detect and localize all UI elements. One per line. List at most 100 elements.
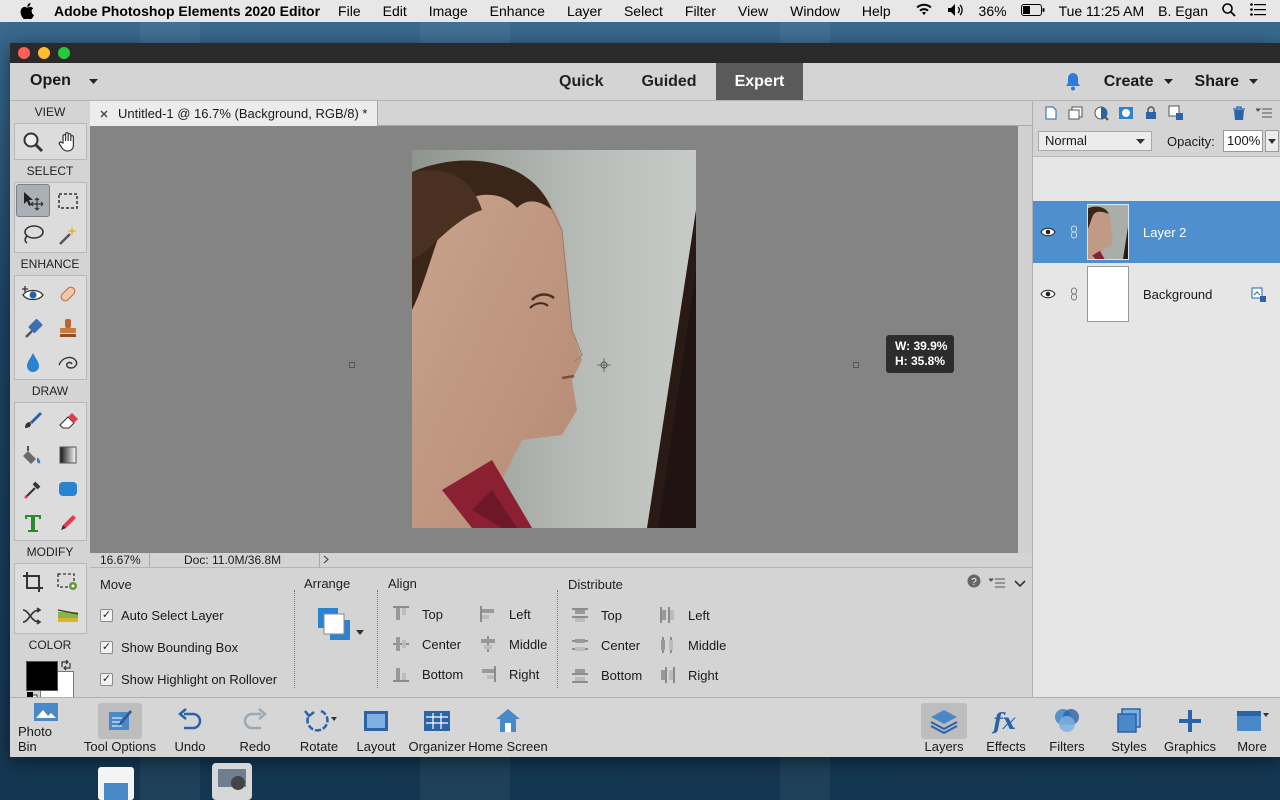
gradient-tool-icon[interactable]: [51, 438, 85, 471]
align-middle-button[interactable]: Middle: [479, 635, 547, 653]
show-highlight-checkbox[interactable]: ✓: [100, 673, 113, 686]
color-picker-tool-icon[interactable]: [16, 472, 50, 505]
effects-button[interactable]: fx Effects: [982, 700, 1030, 756]
layer-row[interactable]: Background: [1033, 263, 1280, 325]
blend-mode-select[interactable]: Normal: [1038, 131, 1152, 151]
distribute-right-button[interactable]: Right: [658, 666, 718, 684]
zoom-tool-icon[interactable]: [16, 125, 50, 158]
align-right-button[interactable]: Right: [479, 665, 539, 683]
show-highlight-option[interactable]: ✓ Show Highlight on Rollover: [100, 672, 277, 687]
smart-brush-tool-icon[interactable]: [16, 311, 50, 344]
bounding-box-handle[interactable]: [349, 362, 355, 368]
eraser-tool-icon[interactable]: [51, 404, 85, 437]
more-button[interactable]: More: [1228, 700, 1276, 756]
clone-stamp-tool-icon[interactable]: [51, 311, 85, 344]
type-tool-icon[interactable]: [16, 506, 50, 539]
undo-button[interactable]: Undo: [168, 700, 212, 756]
menu-help[interactable]: Help: [862, 3, 891, 19]
red-eye-tool-icon[interactable]: [16, 277, 50, 310]
organizer-button[interactable]: Organizer: [406, 700, 468, 756]
redo-button[interactable]: Redo: [233, 700, 277, 756]
distribute-center-button[interactable]: Center: [571, 636, 640, 654]
collapse-chevron-icon[interactable]: [1014, 576, 1026, 591]
rotate-button[interactable]: Rotate: [291, 700, 347, 756]
menu-edit[interactable]: Edit: [383, 3, 407, 19]
bounding-box-handle[interactable]: [853, 362, 859, 368]
new-layer-icon[interactable]: [1043, 105, 1059, 121]
clock[interactable]: Tue 11:25 AM: [1059, 3, 1145, 19]
adjustment-layer-icon[interactable]: [1093, 105, 1109, 121]
show-bounding-box-checkbox[interactable]: ✓: [100, 641, 113, 654]
lasso-tool-icon[interactable]: [16, 218, 50, 251]
hand-tool-icon[interactable]: [51, 125, 85, 158]
move-tool-icon[interactable]: [16, 184, 50, 217]
menu-view[interactable]: View: [738, 3, 768, 19]
align-left-button[interactable]: Left: [479, 605, 531, 623]
notification-bell-icon[interactable]: [1064, 72, 1082, 91]
crop-tool-icon[interactable]: [16, 565, 50, 598]
rectangular-marquee-tool-icon[interactable]: [51, 184, 85, 217]
apple-icon[interactable]: [20, 3, 38, 19]
magic-wand-tool-icon[interactable]: [51, 218, 85, 251]
options-menu-icon[interactable]: [987, 576, 1005, 591]
foreground-color-swatch[interactable]: [26, 661, 58, 691]
create-button[interactable]: Create: [1104, 73, 1173, 91]
app-name[interactable]: Adobe Photoshop Elements 2020 Editor: [54, 3, 320, 19]
vertical-scrollbar[interactable]: [1018, 126, 1032, 553]
align-top-button[interactable]: Top: [392, 605, 443, 623]
styles-button[interactable]: Styles: [1106, 700, 1152, 756]
spotlight-search-icon[interactable]: [1222, 2, 1236, 20]
wifi-icon[interactable]: [915, 3, 933, 19]
lock-icon[interactable]: [1143, 105, 1159, 121]
dock-image-capture-icon[interactable]: [210, 761, 254, 800]
add-mask-icon[interactable]: [1118, 105, 1134, 121]
new-group-icon[interactable]: [1068, 105, 1084, 121]
show-bounding-box-option[interactable]: ✓ Show Bounding Box: [100, 640, 238, 655]
document-tab[interactable]: Untitled-1 @ 16.7% (Background, RGB/8) *: [90, 101, 379, 126]
smudge-tool-icon[interactable]: [51, 345, 85, 378]
menu-layer[interactable]: Layer: [567, 3, 602, 19]
dock-preview-icon[interactable]: [94, 761, 138, 800]
volume-icon[interactable]: [947, 3, 965, 20]
notification-center-icon[interactable]: [1250, 3, 1266, 19]
window-minimize-button[interactable]: [38, 47, 50, 59]
user-name[interactable]: B. Egan: [1158, 3, 1208, 19]
layout-button[interactable]: Layout: [354, 700, 398, 756]
window-zoom-button[interactable]: [58, 47, 70, 59]
zoom-level[interactable]: 16.67%: [90, 553, 150, 567]
panel-menu-icon[interactable]: [1256, 105, 1272, 121]
layer-row[interactable]: Layer 2: [1033, 201, 1280, 263]
blur-tool-icon[interactable]: [16, 345, 50, 378]
filters-button[interactable]: Filters: [1044, 700, 1090, 756]
recompose-tool-icon[interactable]: [51, 565, 85, 598]
straighten-tool-icon[interactable]: [51, 599, 85, 632]
visibility-eye-icon[interactable]: [1035, 227, 1061, 237]
brush-tool-icon[interactable]: [16, 404, 50, 437]
window-close-button[interactable]: [18, 47, 30, 59]
trash-icon[interactable]: [1231, 105, 1247, 121]
auto-select-layer-checkbox[interactable]: ✓: [100, 609, 113, 622]
chevron-right-icon[interactable]: [320, 553, 332, 567]
layer-name[interactable]: Layer 2: [1143, 225, 1186, 240]
swap-colors-icon[interactable]: [60, 659, 72, 674]
menu-filter[interactable]: Filter: [685, 3, 716, 19]
opacity-input[interactable]: 100%: [1223, 130, 1263, 152]
layer-name[interactable]: Background: [1143, 287, 1212, 302]
distribute-left-button[interactable]: Left: [658, 606, 710, 624]
layers-button[interactable]: Layers: [918, 700, 970, 756]
align-bottom-button[interactable]: Bottom: [392, 665, 463, 683]
battery-icon[interactable]: [1020, 3, 1045, 19]
pencil-tool-icon[interactable]: [51, 506, 85, 539]
visibility-eye-icon[interactable]: [1035, 289, 1061, 299]
close-tab-icon[interactable]: [100, 106, 108, 121]
align-center-button[interactable]: Center: [392, 635, 461, 653]
lock-pixels-icon[interactable]: [1168, 105, 1184, 121]
photo-bin-button[interactable]: Photo Bin: [18, 700, 74, 756]
content-aware-move-tool-icon[interactable]: [16, 599, 50, 632]
share-button[interactable]: Share: [1195, 73, 1258, 91]
arrange-icon[interactable]: [314, 604, 366, 647]
tab-guided[interactable]: Guided: [622, 63, 715, 100]
tab-quick[interactable]: Quick: [540, 63, 622, 100]
home-screen-button[interactable]: Home Screen: [468, 700, 548, 756]
shape-tool-icon[interactable]: [51, 472, 85, 505]
